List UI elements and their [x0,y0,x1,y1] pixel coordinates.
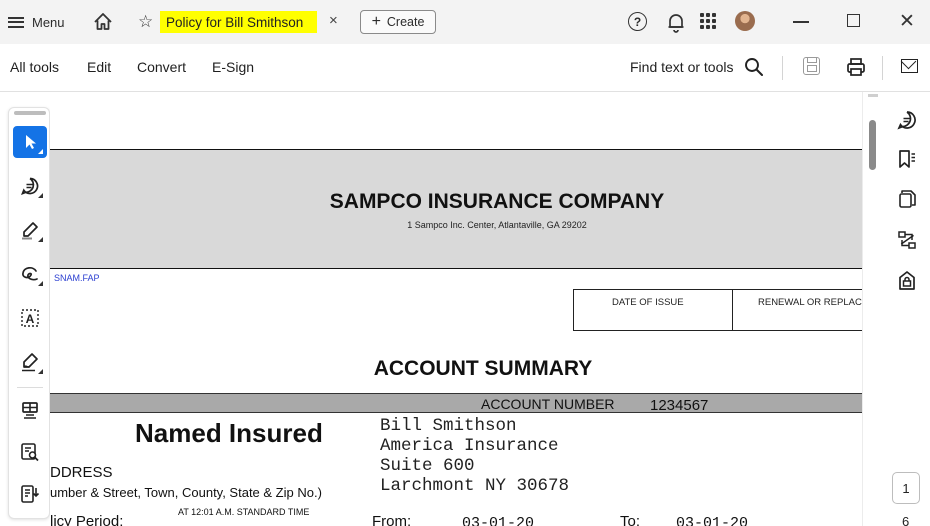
stamp-tool-button[interactable] [13,394,47,426]
insured-address-line: Suite 600 [380,456,475,476]
organize-pages-icon [21,485,40,503]
minimize-icon[interactable] [793,21,809,23]
freehand-draw-icon [22,267,38,281]
organize-pages-tool-button[interactable] [13,478,47,510]
svg-text:A: A [26,312,35,326]
left-tool-rail: A [8,107,50,519]
text-select-icon: A [21,309,39,327]
document-page[interactable]: SAMPCO INSURANCE COMPANY 1 Sampco Inc. C… [50,92,862,526]
select-tool-button[interactable] [13,126,47,158]
account-number-label: ACCOUNT NUMBER [481,396,615,412]
scroll-thumb[interactable] [869,120,876,170]
mail-icon[interactable] [901,59,918,73]
submenu-corner-icon [38,237,43,242]
from-date: 03-01-20 [462,515,535,526]
current-page-number: 1 [902,480,910,496]
menu-edit[interactable]: Edit [87,59,111,75]
plus-icon: + [371,13,381,30]
hamburger-icon [8,16,24,28]
insured-address-line: Bill Smithson [380,416,517,436]
scroll-up-indicator[interactable] [868,94,878,97]
date-of-issue-box: DATE OF ISSUE [573,289,733,331]
sign-pen-icon [22,353,38,372]
tab-title: Policy for Bill Smithson [166,14,304,30]
rail-grip-handle[interactable] [14,111,46,115]
menu-esign[interactable]: E-Sign [212,59,254,75]
menu-button[interactable]: Menu [8,10,65,34]
company-name: SAMPCO INSURANCE COMPANY [329,190,665,213]
create-button[interactable]: + Create [360,10,436,34]
copy-pages-icon[interactable] [896,188,918,210]
menu-all-tools[interactable]: All tools [10,59,59,75]
maximize-icon[interactable] [847,14,860,27]
tab-close-icon[interactable]: × [329,12,338,29]
draw-tool-button[interactable] [13,258,47,290]
toolbar-divider [882,56,883,80]
date-of-issue-label: DATE OF ISSUE [612,297,684,308]
find-text-button[interactable]: Find text or tools [630,59,734,75]
submenu-corner-icon [38,369,43,374]
address-label: DDRESS [50,464,113,481]
insured-address-line: America Insurance [380,436,559,456]
create-label: Create [386,15,425,29]
window-close-icon[interactable]: ✕ [899,10,915,33]
comments-panel-icon[interactable] [896,109,918,131]
print-icon[interactable] [846,57,866,77]
select-pointer-icon [26,135,36,149]
policy-period-label: licy Period: [50,513,124,526]
submenu-corner-icon [38,193,43,198]
from-label: From: [372,513,412,526]
company-header-band: SAMPCO INSURANCE COMPANY 1 Sampco Inc. C… [50,149,862,269]
total-pages: 6 [902,514,910,526]
insured-address-block: Bill Smithson America Insurance Suite 60… [380,416,569,496]
insured-address-line: Larchmont NY 30678 [380,476,570,496]
renewal-label: RENEWAL OR REPLAC [758,297,862,308]
main-toolbar: All tools Edit Convert E-Sign Find text … [0,44,930,92]
help-icon[interactable]: ? [628,12,647,31]
submenu-corner-icon [38,149,43,154]
search-document-icon [21,443,39,462]
toolbar-divider [782,56,783,80]
title-bar: Menu ☆ Policy for Bill Smithson × + Crea… [0,0,930,44]
text-select-tool-button[interactable]: A [13,302,47,334]
menu-convert[interactable]: Convert [137,59,186,75]
address-sub-label: umber & Street, Town, County, State & Zi… [50,485,322,500]
company-address: 1 Sampco Inc. Center, Atlantaville, GA 2… [407,220,587,230]
rail-separator [17,387,43,388]
to-date: 03-01-20 [676,515,749,526]
to-label: To: [620,513,641,526]
save-icon[interactable] [803,57,820,75]
stamp-icon [22,402,38,419]
comment-tool-button[interactable] [13,170,47,202]
highlight-pen-icon [22,222,38,240]
right-tool-rail: 1 6 [882,92,930,526]
help-glyph: ? [633,14,642,29]
form-code: SNAM.FAP [54,273,100,283]
menu-label: Menu [32,14,65,30]
standard-time-label: AT 12:01 A.M. STANDARD TIME [178,507,310,517]
document-tab[interactable]: Policy for Bill Smithson [160,11,318,33]
bell-icon[interactable] [666,11,686,33]
vertical-scrollbar[interactable] [862,92,882,526]
account-number-band: ACCOUNT NUMBER 1234567 [50,393,862,414]
policy-period-row: licy Period: AT 12:01 A.M. STANDARD TIME… [50,507,862,526]
star-icon[interactable]: ☆ [138,12,153,32]
security-icon[interactable] [896,270,918,292]
comment-icon [21,177,39,195]
search-document-tool-button[interactable] [13,436,47,468]
search-icon[interactable] [744,57,764,77]
apps-grid-icon[interactable] [700,13,716,29]
submenu-corner-icon [38,281,43,286]
account-number-value: 1234567 [650,397,709,414]
sign-tool-button[interactable] [13,346,47,378]
renewal-box: RENEWAL OR REPLAC [732,289,862,331]
bookmark-icon[interactable] [896,148,918,170]
current-page-indicator[interactable]: 1 [892,472,920,504]
account-summary-title: ACCOUNT SUMMARY [373,357,593,380]
highlight-tool-button[interactable] [13,214,47,246]
home-icon[interactable] [92,11,114,33]
user-avatar[interactable] [735,11,755,31]
named-insured-label: Named Insured [135,418,323,448]
compare-icon[interactable] [896,229,918,251]
